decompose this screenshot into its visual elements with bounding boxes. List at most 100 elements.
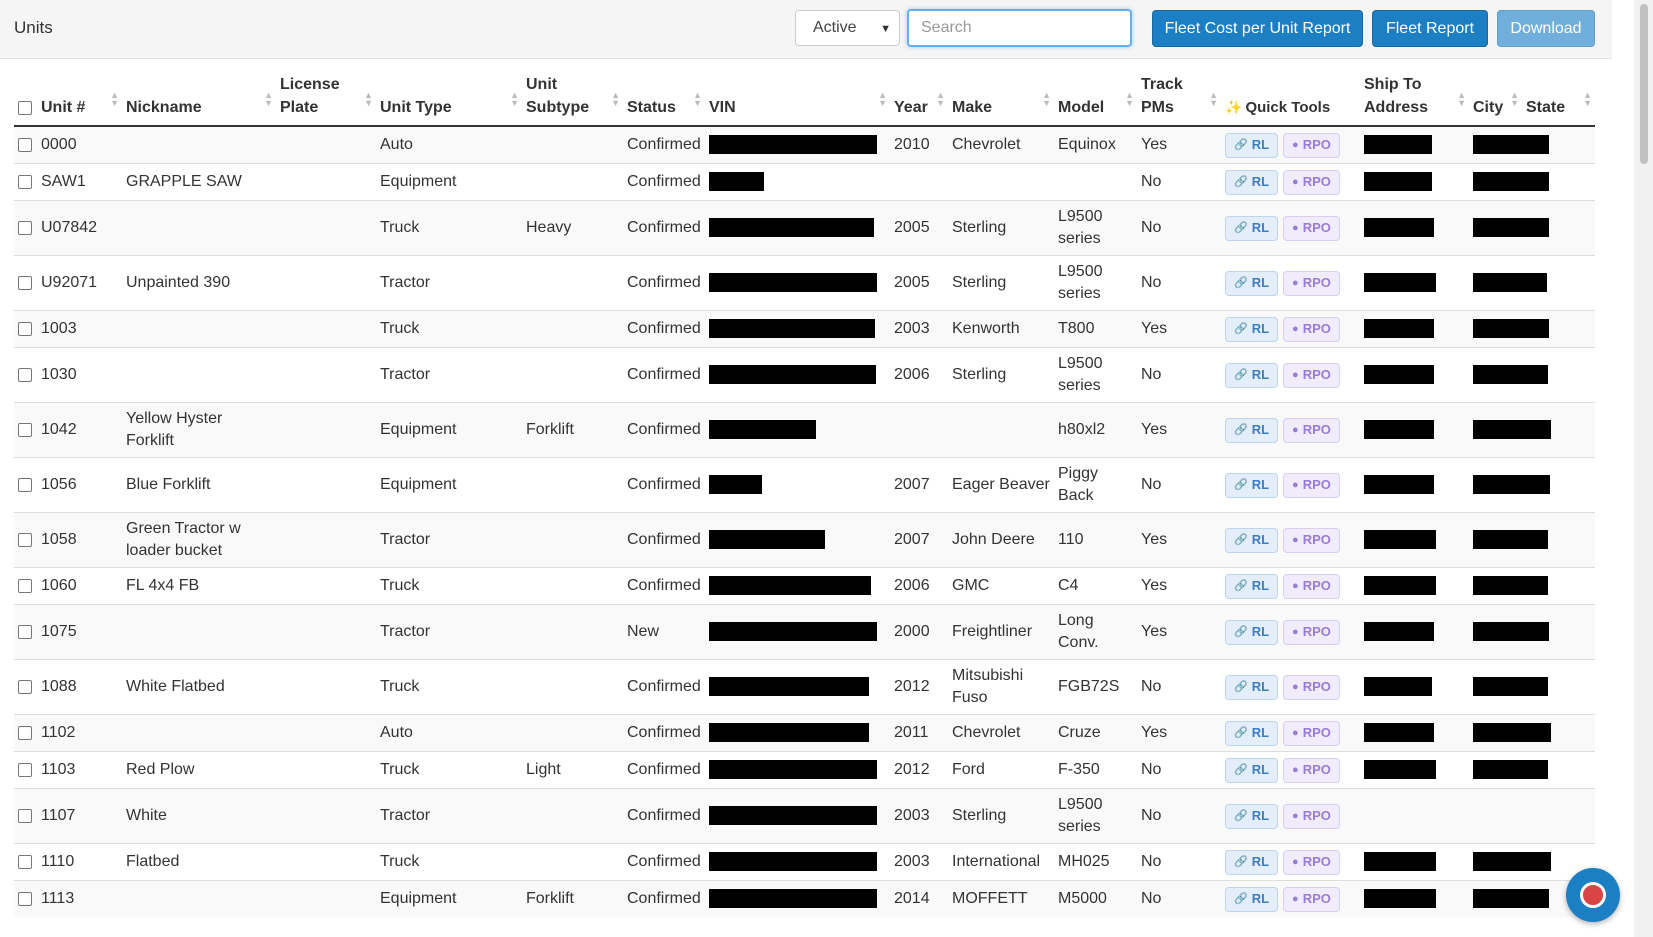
rpo-button[interactable]: ● RPO: [1283, 720, 1340, 746]
rpo-button[interactable]: ● RPO: [1283, 757, 1340, 783]
search-input[interactable]: [909, 11, 1130, 45]
col-city[interactable]: City ▲ ▼: [1469, 70, 1522, 127]
rl-button[interactable]: 🔗 RL: [1225, 132, 1279, 158]
row-checkbox[interactable]: [18, 275, 32, 290]
table-row[interactable]: U07842 Truck Heavy Confirmed 2005 Sterling L95…: [14, 200, 1595, 256]
rl-button[interactable]: 🔗 RL: [1225, 472, 1279, 498]
rpo-button[interactable]: ● RPO: [1283, 527, 1340, 553]
table-row[interactable]: 1103 Red Plow Truck Light Confirmed 2012 Ford F…: [14, 751, 1595, 789]
row-select-cell[interactable]: [14, 751, 37, 789]
row-select-cell[interactable]: [14, 255, 37, 311]
row-checkbox[interactable]: [18, 137, 32, 152]
row-checkbox[interactable]: [18, 220, 32, 235]
col-model[interactable]: Model ▲ ▼: [1054, 70, 1137, 127]
col-vin[interactable]: VIN ▲ ▼: [705, 70, 890, 127]
table-row[interactable]: 1060 FL 4x4 FB Truck Confirmed 2006 GMC C4 Yes 🔗…: [14, 567, 1595, 605]
row-select-cell[interactable]: [14, 347, 37, 403]
col-track-pms[interactable]: Track PMs ▲ ▼: [1137, 70, 1221, 127]
rl-button[interactable]: 🔗 RL: [1225, 803, 1279, 829]
rl-button[interactable]: 🔗 RL: [1225, 169, 1279, 195]
scrollbar-thumb[interactable]: [1640, 4, 1648, 164]
rl-button[interactable]: 🔗 RL: [1225, 720, 1279, 746]
table-row[interactable]: U92071 Unpainted 390 Tractor Confirmed 2005 S…: [14, 255, 1595, 311]
row-checkbox[interactable]: [18, 477, 32, 492]
col-state[interactable]: State ▲ ▼: [1522, 70, 1595, 127]
table-row[interactable]: 0000 Auto Confirmed 2010 Chevrolet Equinox Yes…: [14, 125, 1595, 164]
col-year[interactable]: Year ▲ ▼: [890, 70, 948, 127]
rl-button[interactable]: 🔗 RL: [1225, 215, 1279, 241]
table-row[interactable]: 1003 Truck Confirmed 2003 Kenworth T800 Yes 🔗 RL…: [14, 310, 1595, 348]
row-select-cell[interactable]: [14, 457, 37, 513]
rl-button[interactable]: 🔗 RL: [1225, 417, 1279, 443]
row-checkbox[interactable]: [18, 762, 32, 777]
download-button[interactable]: Download: [1497, 10, 1595, 47]
row-select-cell[interactable]: [14, 659, 37, 715]
status-filter-select[interactable]: Active ▼: [795, 10, 900, 46]
rpo-button[interactable]: ● RPO: [1283, 886, 1340, 912]
rpo-button[interactable]: ● RPO: [1283, 417, 1340, 443]
rpo-button[interactable]: ● RPO: [1283, 169, 1340, 195]
row-checkbox[interactable]: [18, 891, 32, 906]
rpo-button[interactable]: ● RPO: [1283, 849, 1340, 875]
rpo-button[interactable]: ● RPO: [1283, 472, 1340, 498]
table-row[interactable]: 1113 Equipment Forklift Confirmed 2014 MOFFET…: [14, 880, 1595, 917]
rpo-button[interactable]: ● RPO: [1283, 215, 1340, 241]
row-select-cell[interactable]: [14, 567, 37, 605]
row-checkbox[interactable]: [18, 624, 32, 639]
rl-button[interactable]: 🔗 RL: [1225, 619, 1279, 645]
row-checkbox[interactable]: [18, 532, 32, 547]
row-select-cell[interactable]: [14, 512, 37, 568]
rpo-button[interactable]: ● RPO: [1283, 573, 1340, 599]
col-make[interactable]: Make ▲ ▼: [948, 70, 1054, 127]
rpo-button[interactable]: ● RPO: [1283, 674, 1340, 700]
col-status[interactable]: Status ▲ ▼: [623, 70, 705, 127]
col-license-plate[interactable]: License Plate ▲ ▼: [276, 70, 376, 127]
table-row[interactable]: 1042 Yellow Hyster Forklift Equipment Forkl…: [14, 402, 1595, 458]
col-unit-number[interactable]: Unit # ▲ ▼: [37, 70, 122, 127]
select-all-header[interactable]: [14, 70, 37, 127]
table-row[interactable]: SAW1 GRAPPLE SAW Equipment Confirmed No 🔗 RL ● R…: [14, 163, 1595, 201]
col-unit-subtype[interactable]: Unit Subtype ▲ ▼: [522, 70, 623, 127]
row-select-cell[interactable]: [14, 788, 37, 844]
row-select-cell[interactable]: [14, 125, 37, 164]
row-select-cell[interactable]: [14, 880, 37, 917]
row-select-cell[interactable]: [14, 310, 37, 348]
rl-button[interactable]: 🔗 RL: [1225, 573, 1279, 599]
row-checkbox[interactable]: [18, 725, 32, 740]
row-select-cell[interactable]: [14, 402, 37, 458]
rl-button[interactable]: 🔗 RL: [1225, 527, 1279, 553]
row-checkbox[interactable]: [18, 679, 32, 694]
col-nickname[interactable]: Nickname ▲ ▼: [122, 70, 276, 127]
table-row[interactable]: 1058 Green Tractor w loader bucket Tractor…: [14, 512, 1595, 568]
row-select-cell[interactable]: [14, 604, 37, 660]
rpo-button[interactable]: ● RPO: [1283, 362, 1340, 388]
row-checkbox[interactable]: [18, 808, 32, 823]
row-select-cell[interactable]: [14, 200, 37, 256]
rpo-button[interactable]: ● RPO: [1283, 619, 1340, 645]
row-checkbox[interactable]: [18, 367, 32, 382]
row-select-cell[interactable]: [14, 714, 37, 752]
rl-button[interactable]: 🔗 RL: [1225, 674, 1279, 700]
row-select-cell[interactable]: [14, 843, 37, 881]
rpo-button[interactable]: ● RPO: [1283, 316, 1340, 342]
table-row[interactable]: 1107 White Tractor Confirmed 2003 Sterling L95…: [14, 788, 1595, 844]
fleet-cost-report-button[interactable]: Fleet Cost per Unit Report: [1152, 10, 1363, 47]
rl-button[interactable]: 🔗 RL: [1225, 362, 1279, 388]
rpo-button[interactable]: ● RPO: [1283, 803, 1340, 829]
row-checkbox[interactable]: [18, 854, 32, 869]
col-ship-to-address[interactable]: Ship To Address ▲ ▼: [1360, 70, 1469, 127]
row-select-cell[interactable]: [14, 163, 37, 201]
table-row[interactable]: 1088 White Flatbed Truck Confirmed 2012 Mitsu…: [14, 659, 1595, 715]
table-row[interactable]: 1030 Tractor Confirmed 2006 Sterling L9500 se…: [14, 347, 1595, 403]
select-all-checkbox[interactable]: [18, 100, 32, 115]
rpo-button[interactable]: ● RPO: [1283, 270, 1340, 296]
fleet-report-button[interactable]: Fleet Report: [1372, 10, 1488, 47]
row-checkbox[interactable]: [18, 321, 32, 336]
rl-button[interactable]: 🔗 RL: [1225, 270, 1279, 296]
col-unit-type[interactable]: Unit Type ▲ ▼: [376, 70, 522, 127]
search-field[interactable]: [907, 9, 1132, 47]
rl-button[interactable]: 🔗 RL: [1225, 849, 1279, 875]
rpo-button[interactable]: ● RPO: [1283, 132, 1340, 158]
table-row[interactable]: 1102 Auto Confirmed 2011 Chevrolet Cruze Yes 🔗 R…: [14, 714, 1595, 752]
rl-button[interactable]: 🔗 RL: [1225, 757, 1279, 783]
